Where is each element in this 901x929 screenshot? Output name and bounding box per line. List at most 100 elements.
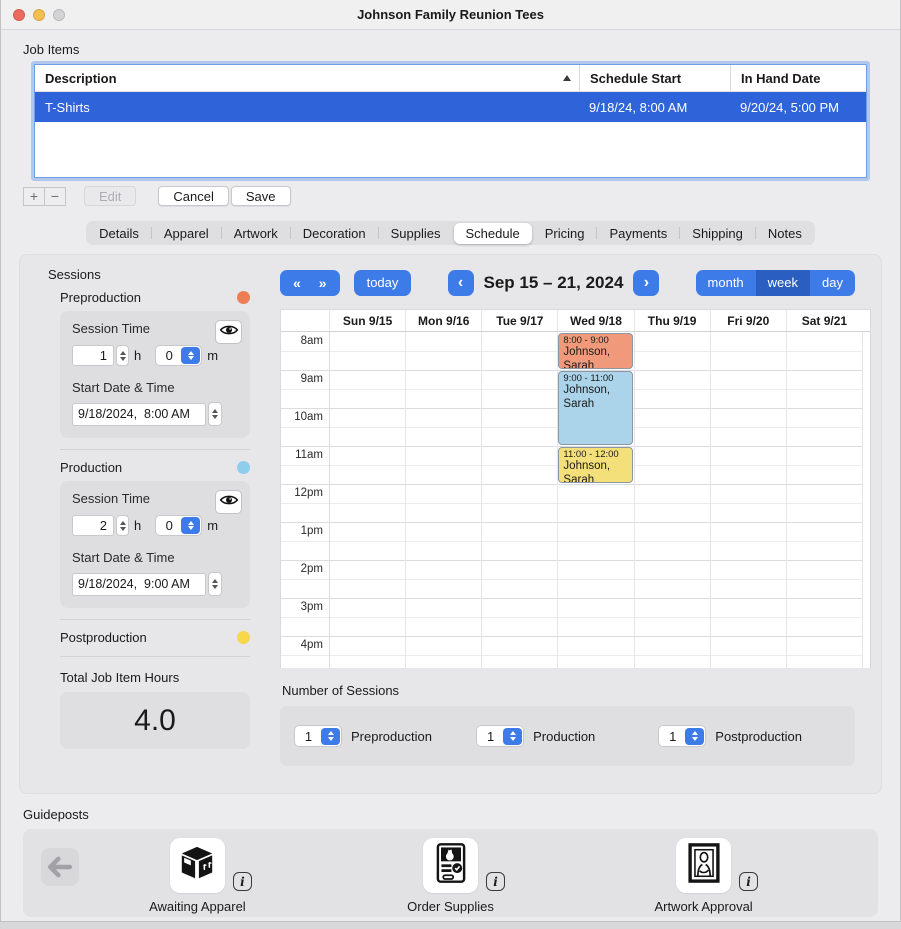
job-items-table: Description Schedule Start In Hand Date … [34, 64, 867, 178]
start-date-stepper[interactable] [208, 572, 222, 596]
minutes-stepper[interactable] [181, 517, 200, 534]
guideposts-back-button[interactable] [41, 848, 79, 886]
time-label: 3pm [281, 601, 323, 613]
session-color-dot [237, 291, 250, 304]
guidepost-label: Awaiting Apparel [112, 899, 282, 914]
sessions-label: Sessions [48, 267, 254, 282]
event-time: 8:00 - 9:00 [563, 335, 627, 346]
hours-stepper[interactable] [116, 345, 129, 366]
session-count-stepper[interactable] [685, 728, 704, 745]
hours-unit-label: h [134, 348, 141, 363]
hours-input[interactable]: 2 [72, 515, 114, 536]
event-title: Johnson, Sarah [563, 346, 607, 369]
show-session-button[interactable] [215, 320, 242, 344]
guidepost-awaiting-apparel: i Awaiting Apparel [112, 838, 282, 914]
tab-details[interactable]: Details [87, 223, 151, 244]
session-color-dot [237, 461, 250, 474]
cell-description: T-Shirts [35, 100, 579, 115]
edit-button[interactable]: Edit [84, 186, 136, 206]
view-week-button[interactable]: week [756, 270, 810, 296]
event-time: 11:00 - 12:00 [563, 449, 627, 460]
day-header-sat-9-21: Sat 9/21 [786, 310, 862, 331]
guidepost-button-awaiting-apparel[interactable]: i [170, 838, 225, 893]
add-job-item-button[interactable]: + [23, 187, 45, 206]
title-bar: Johnson Family Reunion Tees [1, 0, 900, 30]
tab-pricing[interactable]: Pricing [533, 223, 597, 244]
back-arrow-icon [45, 854, 75, 880]
day-header-tue-9-17: Tue 9/17 [481, 310, 557, 331]
guidepost-order-supplies: iOrder Supplies [366, 838, 536, 914]
calendar-title: Sep 15 – 21, 2024 [484, 273, 624, 293]
tab-decoration[interactable]: Decoration [291, 223, 378, 244]
skip-forward-button[interactable]: » [310, 271, 336, 295]
tab-payments[interactable]: Payments [597, 223, 679, 244]
close-window-button[interactable] [13, 9, 25, 21]
event-time: 9:00 - 11:00 [563, 373, 627, 384]
session-count-label: Production [533, 729, 595, 744]
session-count-stepper[interactable] [321, 728, 340, 745]
calendar-event[interactable]: 8:00 - 9:00Johnson, Sarah [558, 333, 632, 369]
day-header-thu-9-19: Thu 9/19 [634, 310, 710, 331]
job-items-table-body: T-Shirts9/18/24, 8:00 AM9/20/24, 5:00 PM [35, 92, 866, 122]
tab-notes[interactable]: Notes [756, 223, 814, 244]
session-count-label: Preproduction [351, 729, 432, 744]
tab-artwork[interactable]: Artwork [222, 223, 290, 244]
minutes-input[interactable]: 0 [155, 515, 202, 536]
view-month-button[interactable]: month [696, 270, 756, 296]
info-icon[interactable]: i [233, 872, 252, 891]
tab-supplies[interactable]: Supplies [379, 223, 453, 244]
info-icon[interactable]: i [486, 872, 505, 891]
tab-apparel[interactable]: Apparel [152, 223, 221, 244]
table-row[interactable]: T-Shirts9/18/24, 8:00 AM9/20/24, 5:00 PM [35, 92, 866, 122]
calendar-event[interactable]: 11:00 - 12:00Johnson, Sarah [558, 447, 632, 483]
column-header-in-hand-date[interactable]: In Hand Date [730, 65, 866, 91]
view-day-button[interactable]: day [810, 270, 855, 296]
session-time-row: 2h0m [72, 515, 238, 536]
guidepost-button-order-supplies[interactable]: i [423, 838, 478, 893]
minutes-value: 0 [157, 518, 181, 533]
show-session-button[interactable] [215, 490, 242, 514]
time-label: 8am [281, 335, 323, 347]
start-date-input[interactable]: 9/18/2024, 9:00 AM [72, 573, 206, 596]
minutes-value: 0 [157, 348, 181, 363]
hours-input[interactable]: 1 [72, 345, 114, 366]
column-header-schedule-start[interactable]: Schedule Start [579, 65, 730, 91]
column-header-description[interactable]: Description [35, 65, 579, 91]
skip-back-button[interactable]: « [284, 271, 310, 295]
grid-line [281, 617, 862, 618]
zoom-window-button[interactable] [53, 9, 65, 21]
hours-stepper[interactable] [116, 515, 129, 536]
grid-line [281, 560, 862, 561]
sort-ascending-icon [563, 75, 571, 81]
calendar-grid-body[interactable]: 8am9am10am11am12pm1pm2pm3pm4pm8:00 - 9:0… [281, 332, 870, 668]
column-line [481, 332, 482, 668]
today-button[interactable]: today [354, 270, 412, 296]
grid-line [281, 636, 862, 637]
session-count-input-production[interactable]: 1 [476, 725, 524, 747]
prev-week-button[interactable]: ‹ [448, 270, 474, 296]
start-date-input[interactable]: 9/18/2024, 8:00 AM [72, 403, 206, 426]
start-date-stepper[interactable] [208, 402, 222, 426]
save-button[interactable]: Save [231, 186, 291, 206]
total-hours-label: Total Job Item Hours [60, 670, 254, 685]
tab-shipping[interactable]: Shipping [680, 223, 755, 244]
session-count-stepper[interactable] [503, 728, 522, 745]
framed-artwork-icon [688, 843, 720, 888]
view-switcher: monthweekday [696, 270, 855, 296]
tab-schedule[interactable]: Schedule [454, 223, 532, 244]
remove-job-item-button[interactable]: − [44, 187, 66, 206]
sessions-sidebar: Sessions PreproductionSession Time1h0mSt… [42, 263, 254, 779]
guidepost-button-artwork-approval[interactable]: i [676, 838, 731, 893]
grid-line [281, 598, 862, 599]
minutes-input[interactable]: 0 [155, 345, 202, 366]
next-week-button[interactable]: › [633, 270, 659, 296]
number-of-sessions-box: 1Preproduction1Production1Postproduction [280, 706, 855, 766]
calendar-event[interactable]: 9:00 - 11:00Johnson, Sarah [558, 371, 632, 445]
session-count-input-preproduction[interactable]: 1 [294, 725, 342, 747]
session-count-input-postproduction[interactable]: 1 [658, 725, 706, 747]
info-icon[interactable]: i [739, 872, 758, 891]
cancel-button[interactable]: Cancel [158, 186, 228, 206]
minimize-window-button[interactable] [33, 9, 45, 21]
minutes-stepper[interactable] [181, 347, 200, 364]
window-title: Johnson Family Reunion Tees [357, 7, 544, 22]
